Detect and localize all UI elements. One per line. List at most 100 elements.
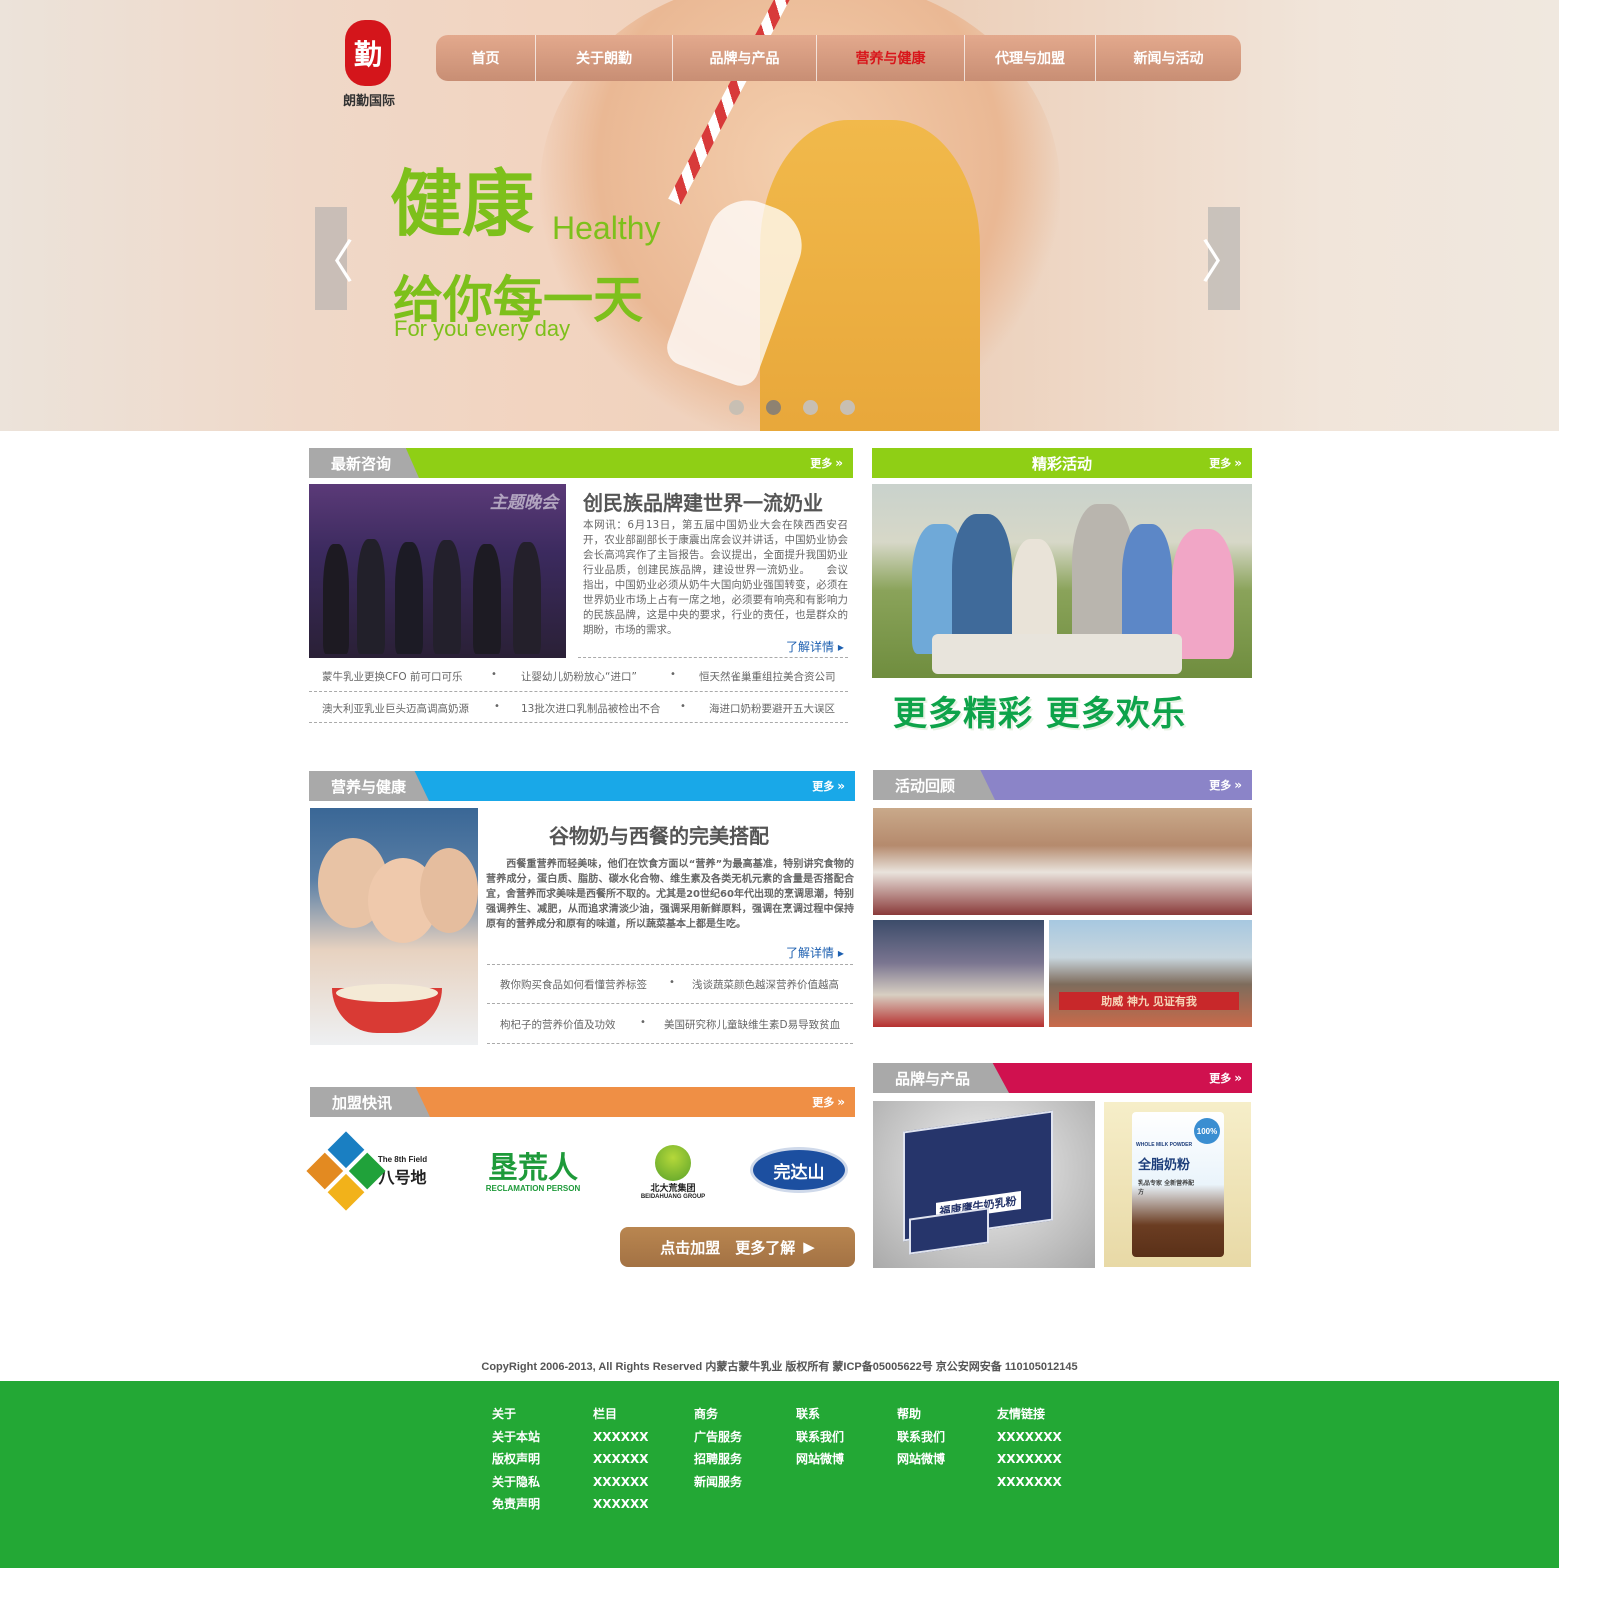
child-face xyxy=(420,848,478,933)
brand-beidahuang-logo[interactable]: 北大荒集团 BEIDAHUANG GROUP xyxy=(633,1136,713,1208)
news-item[interactable]: 浅谈蔬菜颜色越深营养价值越高 xyxy=(692,977,839,992)
slider-prev-button[interactable]: 〈 xyxy=(308,207,354,310)
footer-link[interactable]: XXXXXX xyxy=(593,1448,649,1471)
nutrition-read-more[interactable]: 了解详情 ▸ xyxy=(786,944,844,961)
triangle-right-icon: ▸ xyxy=(837,946,844,960)
activities-promo-text: 更多精彩 更多欢乐 xyxy=(893,694,1186,734)
more-label: 更多 xyxy=(1209,1072,1232,1085)
slider-dot[interactable] xyxy=(803,400,818,415)
bullet-icon: • xyxy=(670,669,676,680)
activities-header: 精彩活动 更多» xyxy=(872,448,1252,478)
nutrition-article-title[interactable]: 谷物奶与西餐的完美搭配 xyxy=(549,820,769,849)
review-title: 活动回顾 xyxy=(873,770,995,800)
news-item[interactable]: 海进口奶粉要避开五大误区 xyxy=(709,701,835,716)
brand-reclamation-logo[interactable]: 垦荒人 RECLAMATION PERSON xyxy=(474,1148,592,1198)
product-bag: 100% 全脂奶粉 WHOLE MILK POWDER 乳品专家 全新营养配方 xyxy=(1132,1112,1224,1257)
nav-item-news[interactable]: 新闻与活动 xyxy=(1096,35,1241,81)
footer-link[interactable]: XXXXXXX xyxy=(997,1426,1062,1449)
news-item[interactable]: 13批次进口乳制品被检出不合 xyxy=(521,701,660,716)
news-item[interactable]: 枸杞子的营养价值及功效 xyxy=(500,1017,616,1032)
slider-dot[interactable] xyxy=(840,400,855,415)
footer-link-contact[interactable]: 联系我们 xyxy=(897,1426,945,1449)
nav-item-brands[interactable]: 品牌与产品 xyxy=(673,35,817,81)
activities-more-link[interactable]: 更多» xyxy=(1209,448,1242,478)
nav-item-about[interactable]: 关于朗勤 xyxy=(536,35,673,81)
conference-hall-image[interactable] xyxy=(873,808,1252,915)
logo-seal-icon: 勤 xyxy=(345,20,391,86)
more-label: 更多 xyxy=(1209,457,1232,470)
sun-logo-icon xyxy=(655,1144,691,1181)
site-logo[interactable]: 勤 朗勤国际 xyxy=(333,20,405,110)
footer-link-disclaimer[interactable]: 免责声明 xyxy=(492,1493,540,1516)
footer-col-about: 关于 关于本站 版权声明 关于隐私 免责声明 xyxy=(492,1403,540,1516)
news-item[interactable]: 让婴幼儿奶粉放心“进口” xyxy=(521,669,637,684)
footer-link-news[interactable]: 新闻服务 xyxy=(694,1471,742,1494)
brand-name-cn: 完达山 xyxy=(773,1162,825,1183)
person-figure xyxy=(1012,539,1057,649)
footer-link-copyright[interactable]: 版权声明 xyxy=(492,1448,540,1471)
milk-powder-box-image[interactable]: 福康鹰牛奶乳粉 xyxy=(873,1101,1095,1268)
news-item[interactable]: 澳大利亚乳业巨头迈高调高奶源 xyxy=(322,701,469,716)
brand-wandashan-logo[interactable]: 完达山 xyxy=(750,1147,848,1193)
hero-banner: 勤 朗勤国际 首页 关于朗勤 品牌与产品 营养与健康 代理与加盟 新闻与活动 健… xyxy=(0,0,1559,431)
footer-link-weibo[interactable]: 网站微博 xyxy=(796,1448,844,1471)
footer-link[interactable]: XXXXXX xyxy=(593,1493,649,1516)
brand-name-en: RECLAMATION PERSON xyxy=(485,1183,581,1193)
read-more-label: 了解详情 xyxy=(786,640,835,654)
double-chevron-icon: » xyxy=(837,1095,845,1109)
kids-cereal-image[interactable] xyxy=(310,808,478,1045)
person-figure xyxy=(395,542,423,654)
group-photo-image[interactable] xyxy=(873,920,1044,1027)
brand-name-cn: 八号地 xyxy=(378,1167,427,1187)
footer-col-heading: 栏目 xyxy=(593,1407,618,1421)
family-picnic-image[interactable] xyxy=(872,484,1252,678)
nav-item-franchise[interactable]: 代理与加盟 xyxy=(965,35,1096,81)
join-franchise-button[interactable]: 点击加盟 更多了解 ▶ xyxy=(620,1227,855,1267)
nutrition-more-link[interactable]: 更多» xyxy=(812,771,845,801)
news-item[interactable]: 美国研究称儿童缺维生素D易导致贫血 xyxy=(664,1017,840,1032)
footer-link[interactable]: XXXXXXX xyxy=(997,1448,1062,1471)
cereal xyxy=(336,984,438,1002)
footer-link-jobs[interactable]: 招聘服务 xyxy=(694,1448,742,1471)
divider xyxy=(578,657,848,658)
brand-8th-field-logo[interactable]: The 8th Field 八号地 xyxy=(306,1131,435,1211)
news-item[interactable]: 蒙牛乳业更换CFO 前可口可乐 xyxy=(322,669,462,684)
nav-item-nutrition[interactable]: 营养与健康 xyxy=(817,35,965,81)
slider-dot-active[interactable] xyxy=(766,400,781,415)
footer-col-heading: 关于 xyxy=(492,1407,517,1421)
more-label: 更多 xyxy=(1209,779,1232,792)
franchise-more-link[interactable]: 更多» xyxy=(812,1087,845,1117)
person-figure xyxy=(952,514,1012,654)
footer-link-about-site[interactable]: 关于本站 xyxy=(492,1426,540,1449)
outdoor-group-image[interactable]: 助威 神九 见证有我 xyxy=(1049,920,1252,1027)
slider-dot[interactable] xyxy=(729,400,744,415)
review-more-link[interactable]: 更多» xyxy=(1209,770,1242,800)
news-item[interactable]: 教你购买食品如何看懂营养标签 xyxy=(500,977,647,992)
logo-text: 朗勤国际 xyxy=(342,94,395,109)
latest-news-article-title[interactable]: 创民族品牌建世界一流奶业 xyxy=(583,487,823,516)
footer-link-privacy[interactable]: 关于隐私 xyxy=(492,1471,540,1494)
slider-next-button[interactable]: 〉 xyxy=(1201,207,1247,310)
divider xyxy=(487,964,853,965)
nav-item-home[interactable]: 首页 xyxy=(436,35,536,81)
footer-link[interactable]: XXXXXX xyxy=(593,1426,649,1449)
bullet-icon: • xyxy=(640,1017,646,1028)
footer-link-weibo[interactable]: 网站微博 xyxy=(897,1448,945,1471)
footer-col-business: 商务 广告服务 招聘服务 新闻服务 xyxy=(694,1403,742,1493)
footer-link-ads[interactable]: 广告服务 xyxy=(694,1426,742,1449)
products-more-link[interactable]: 更多» xyxy=(1209,1063,1242,1093)
divider xyxy=(487,1043,853,1044)
latest-news-more-link[interactable]: 更多» xyxy=(810,448,843,478)
footer-link[interactable]: XXXXXX xyxy=(593,1471,649,1494)
products-header: 品牌与产品 更多» xyxy=(873,1063,1252,1093)
chevron-right-icon: 〉 xyxy=(1201,234,1247,289)
milk-powder-bag-image[interactable]: 100% 全脂奶粉 WHOLE MILK POWDER 乳品专家 全新营养配方 xyxy=(1104,1102,1251,1267)
person-figure xyxy=(473,544,501,654)
footer-link-contact[interactable]: 联系我们 xyxy=(796,1426,844,1449)
latest-news-read-more[interactable]: 了解详情 ▸ xyxy=(786,638,844,655)
news-item[interactable]: 恒天然雀巢重组拉美合资公司 xyxy=(699,669,836,684)
footer-link[interactable]: XXXXXXX xyxy=(997,1471,1062,1494)
nutrition-header: 营养与健康 更多» xyxy=(309,771,855,801)
award-ceremony-image[interactable]: 主题晚会 xyxy=(309,484,566,658)
triangle-right-icon: ▸ xyxy=(837,640,844,654)
